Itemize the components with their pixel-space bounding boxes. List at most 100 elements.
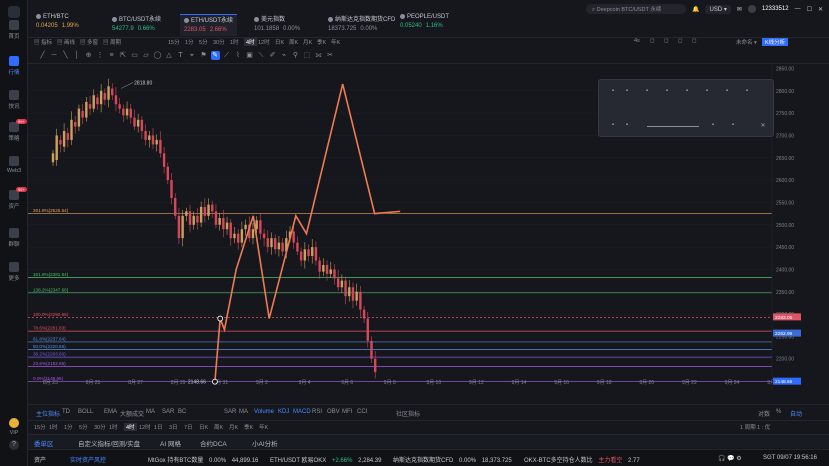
copy-icon[interactable]: ▪ xyxy=(743,88,751,96)
visible-icon[interactable]: ▪ xyxy=(623,122,631,130)
bottom-timeframe-option[interactable]: 年K xyxy=(259,423,268,431)
draw-tool-23-icon[interactable]: ⬚ xyxy=(303,51,312,60)
indicator-sub[interactable]: MA xyxy=(239,409,248,415)
ticker-tab[interactable]: ETH/USDT永续 2283.05 2.66% xyxy=(180,14,238,36)
indicator-sub[interactable]: KDJ xyxy=(278,409,289,415)
bottom-tab[interactable]: 合约DCA xyxy=(200,438,227,448)
timeframe-right[interactable]: 4s xyxy=(634,38,640,44)
draw-tool-20-icon[interactable]: ✐ xyxy=(268,51,277,60)
indicator-sub[interactable]: RSI xyxy=(312,409,322,415)
indicator-main-4[interactable]: 大额成交 xyxy=(120,409,144,418)
bottom-timeframe-option[interactable]: 周K xyxy=(214,423,223,431)
draw-tool-9-icon[interactable]: ▱ xyxy=(142,51,151,60)
bottom-tab[interactable]: 小AI分析 xyxy=(252,438,278,448)
timeframe-option[interactable]: 12时 xyxy=(258,38,270,46)
ticker-tab[interactable]: BTC/USDT永续 54277.9 0.66% xyxy=(108,14,165,36)
draw-tool-19-icon[interactable]: ⟍ xyxy=(257,51,266,60)
draw-tool-1-icon[interactable]: ─ xyxy=(50,51,59,60)
toolbar-1[interactable]: ▤ 画线 xyxy=(57,38,75,46)
ticker-4[interactable]: OKX-BTC多空持仓人数比 主力看空 2.77 xyxy=(524,455,640,464)
timeframe-option[interactable]: 月K xyxy=(303,38,312,46)
sidebar-item-5[interactable]: 99+ 资产 xyxy=(0,187,28,210)
currency-select[interactable]: USD ▾ xyxy=(705,4,731,14)
sidebar-item-1[interactable]: 行情 xyxy=(0,56,28,76)
list-icon[interactable]: ▪ xyxy=(683,88,691,96)
timeframe-option[interactable]: 1分 xyxy=(185,38,194,46)
auto-scale-toggle[interactable]: 自动 xyxy=(790,409,802,418)
sidebar-item-6[interactable]: 群聊 xyxy=(0,228,28,248)
user-id[interactable]: 12333512 xyxy=(762,6,789,12)
ticker-1[interactable]: MtGox 持有BTC数量 0.00% 44,899.16 xyxy=(148,455,258,464)
timeframe-option[interactable]: 30分 xyxy=(213,38,225,46)
draw-tool-24-icon[interactable]: ⟗ xyxy=(314,51,323,60)
vip-badge[interactable]: VIP xyxy=(0,418,28,436)
bottom-timeframe-option[interactable]: 5分 xyxy=(79,423,88,431)
bottom-timeframe-option[interactable]: 1日 xyxy=(154,423,163,431)
ruler-icon[interactable]: ▪ xyxy=(623,88,631,96)
ticker-3[interactable]: 纳斯达克指数期货CFD 0.00% 18,373.725 xyxy=(393,455,512,464)
indicator-main-2[interactable]: BOLL xyxy=(78,409,93,415)
indicator-sub[interactable]: CCI xyxy=(357,409,367,415)
bottom-timeframe-option[interactable]: 1分 xyxy=(64,423,73,431)
ticker-tab[interactable]: PEOPLE/USDT 0.05240 1.16% xyxy=(396,14,453,36)
timeframe-option[interactable]: 4时 xyxy=(244,38,257,46)
panel-close-icon[interactable]: ✕ xyxy=(759,122,767,130)
projection-handle[interactable] xyxy=(217,315,224,322)
timeframe-option[interactable]: 周K xyxy=(289,38,298,46)
maximize-icon[interactable]: ☐ xyxy=(807,6,812,13)
draw-tool-25-icon[interactable]: ✂ xyxy=(326,51,335,60)
draw-tool-11-icon[interactable]: △ xyxy=(165,51,174,60)
draw-tool-21-icon[interactable]: ⌁ xyxy=(280,51,289,60)
log-scale-toggle[interactable]: 对数 xyxy=(758,409,770,418)
draw-tool-3-icon[interactable]: │ xyxy=(73,51,82,60)
bottom-timeframe-option[interactable]: 30分 xyxy=(94,423,106,431)
draw-tool-7-icon[interactable]: ⇱ xyxy=(119,51,128,60)
bottom-timeframe-option[interactable]: 日K xyxy=(199,423,208,431)
draw-tool-8-icon[interactable]: ▭ xyxy=(130,51,139,60)
status-icons[interactable]: 🎧 💬 ⚙ xyxy=(718,455,742,462)
sidebar-item-0[interactable]: 首页 xyxy=(0,20,28,40)
bottom-timeframe-option[interactable]: 12时 xyxy=(139,423,151,431)
indicator-main-5[interactable]: MA xyxy=(146,409,155,415)
projection-start-handle[interactable] xyxy=(211,378,218,385)
template-select[interactable]: 未命名 ▾ xyxy=(736,38,757,46)
draw-tool-14-icon[interactable]: ⚑ xyxy=(199,51,208,60)
timeframe-option[interactable]: 季K xyxy=(317,38,326,46)
user-avatar[interactable] xyxy=(747,5,756,13)
camera-icon[interactable]: ◻ xyxy=(650,38,655,44)
sidebar-item-7[interactable]: 更多 xyxy=(0,262,28,282)
trash-icon[interactable]: ▪ xyxy=(709,122,717,130)
fullscreen-icon[interactable]: ◻ xyxy=(678,38,683,44)
indicator-sub[interactable]: Volume xyxy=(254,409,274,415)
line-icon[interactable]: ▪ xyxy=(643,88,651,96)
indicator-sub[interactable]: MFI xyxy=(342,409,352,415)
search-input[interactable]: ⌕ Deepcoin BTC/USDT 永续 xyxy=(586,4,686,14)
indicator-main-0[interactable]: 主位指标 xyxy=(36,409,60,418)
ticker-tab[interactable]: ETH/BTC 0.04205 1.99% xyxy=(32,14,83,36)
ticker-tab[interactable]: 美元指数 101.1858 0.00% xyxy=(250,14,304,36)
draw-tool-22-icon[interactable]: ⚲ xyxy=(291,51,300,60)
bottom-timeframe-option[interactable]: 1时 xyxy=(49,423,58,431)
sidebar-item-4[interactable]: Web3 xyxy=(0,156,28,174)
bars-icon[interactable]: ▪ xyxy=(663,88,671,96)
drawing-style-panel[interactable]: ▪ ▪ ▪ ▪ ▪ ▪ ▪ ▪ ▪ ▪ ▪ ▪ ✕ xyxy=(598,79,774,137)
timeframe-option[interactable]: 5分 xyxy=(199,38,208,46)
style-slider[interactable] xyxy=(647,126,699,127)
toolbar-2[interactable]: ▤ 多窗 xyxy=(80,38,98,46)
sidebar-item-2[interactable]: 快讯 xyxy=(0,90,28,110)
help-button[interactable]: ? xyxy=(0,440,28,452)
timeframe-option[interactable]: 日K xyxy=(275,38,284,46)
bottom-timeframe-option[interactable]: 1时 xyxy=(109,423,118,431)
draw-tool-10-icon[interactable]: ◯ xyxy=(153,51,162,60)
pen-icon[interactable]: ▪ xyxy=(609,88,617,96)
bottom-tab[interactable]: 自定义指标/回测/实盘 xyxy=(78,438,140,448)
eye-icon[interactable]: ▪ xyxy=(609,122,617,130)
bottom-timeframe-option[interactable]: 15分 xyxy=(34,423,46,431)
sidebar-item-3[interactable]: 99+ 策略 xyxy=(0,119,28,142)
percent-scale-toggle[interactable]: % xyxy=(776,409,781,415)
ticker-2[interactable]: ETH/USDT 欧易OKX +2.66% 2,284.39 xyxy=(270,455,381,464)
draw-tool-5-icon[interactable]: ⋮ xyxy=(96,51,105,60)
ticker-tab[interactable]: 纳斯达克指数期货CFD 18373.725 0.00% xyxy=(324,14,399,36)
more-icon[interactable]: ◻ xyxy=(692,38,697,44)
timeframe-option[interactable]: 年K xyxy=(331,38,340,46)
